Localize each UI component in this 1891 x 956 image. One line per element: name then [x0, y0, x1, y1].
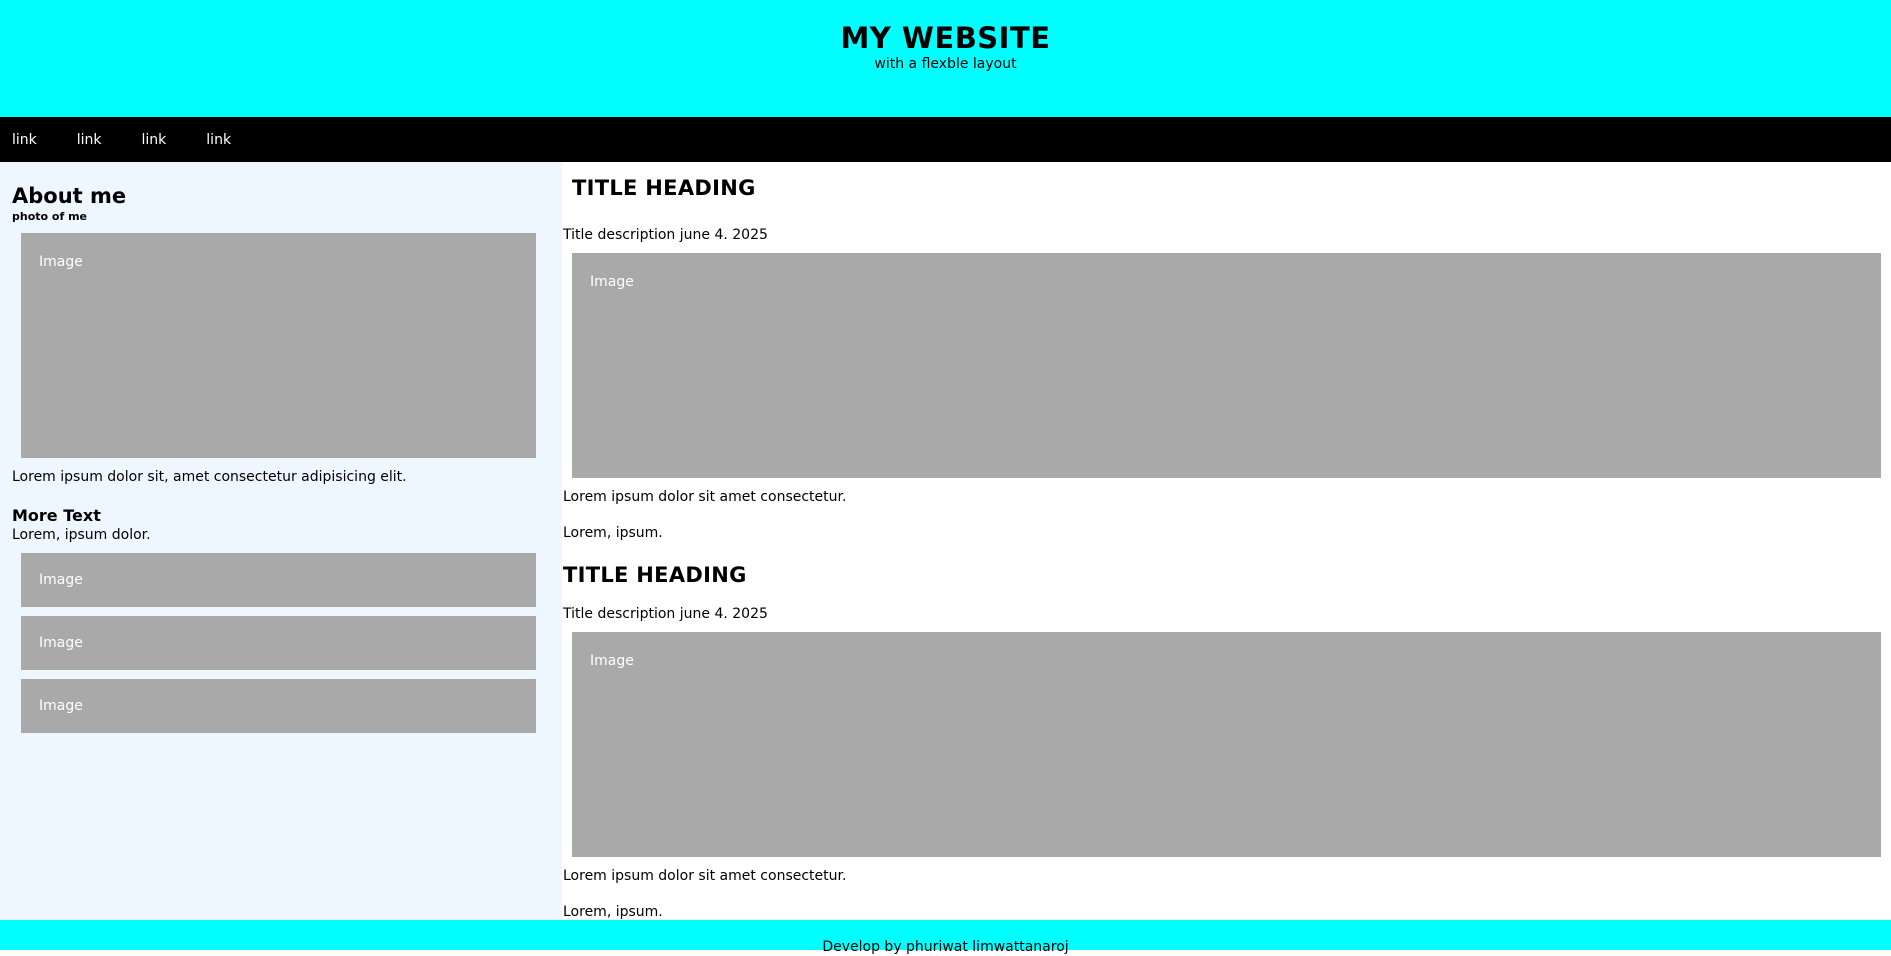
footer-text: Develop by phuriwat limwattanaroj — [822, 939, 1069, 955]
photo-label: photo of me — [12, 210, 88, 223]
thumb-image-placeholder: Image — [21, 553, 536, 607]
thumb-image-placeholder: Image — [21, 679, 536, 733]
post-image-placeholder: Image — [572, 253, 1881, 478]
main-content: TITLE HEADING Title description june 4. … — [562, 162, 1891, 920]
image-label: Image — [590, 653, 634, 669]
post-image-placeholder: Image — [572, 632, 1881, 857]
post-description: Title description june 4. 2025 — [563, 606, 768, 622]
post-body-secondary: Lorem, ipsum. — [563, 525, 663, 541]
site-footer: Develop by phuriwat limwattanaroj — [0, 920, 1891, 955]
nav-link-3[interactable]: link — [142, 131, 167, 149]
more-text-body: Lorem, ipsum dolor. — [12, 527, 151, 543]
post-body: Lorem ipsum dolor sit amet consectetur. — [563, 489, 847, 505]
nav-link-4[interactable]: link — [206, 131, 231, 149]
nav-link-2[interactable]: link — [77, 131, 102, 149]
profile-image-placeholder: Image — [21, 233, 536, 458]
image-label: Image — [39, 698, 83, 714]
nav-bar: link link link link — [0, 117, 1891, 162]
post-heading: TITLE HEADING — [572, 176, 756, 200]
post-heading: TITLE HEADING — [563, 563, 747, 587]
image-label: Image — [39, 254, 83, 270]
more-text-title: More Text — [12, 506, 101, 525]
site-subtitle: with a flexble layout — [874, 56, 1017, 72]
sidebar: About me photo of me Image Lorem ipsum d… — [0, 162, 562, 920]
image-label: Image — [590, 274, 634, 290]
image-label: Image — [39, 572, 83, 588]
about-text: Lorem ipsum dolor sit, amet consectetur … — [12, 469, 407, 485]
site-header: MY WEBSITE with a flexble layout — [0, 0, 1891, 117]
about-title: About me — [12, 184, 127, 208]
post-body: Lorem ipsum dolor sit amet consectetur. — [563, 868, 847, 884]
post-body-secondary: Lorem, ipsum. — [563, 904, 663, 920]
post-description: Title description june 4. 2025 — [563, 227, 768, 243]
site-title: MY WEBSITE — [840, 21, 1051, 55]
thumb-image-placeholder: Image — [21, 616, 536, 670]
nav-link-1[interactable]: link — [12, 131, 37, 149]
image-label: Image — [39, 635, 83, 651]
